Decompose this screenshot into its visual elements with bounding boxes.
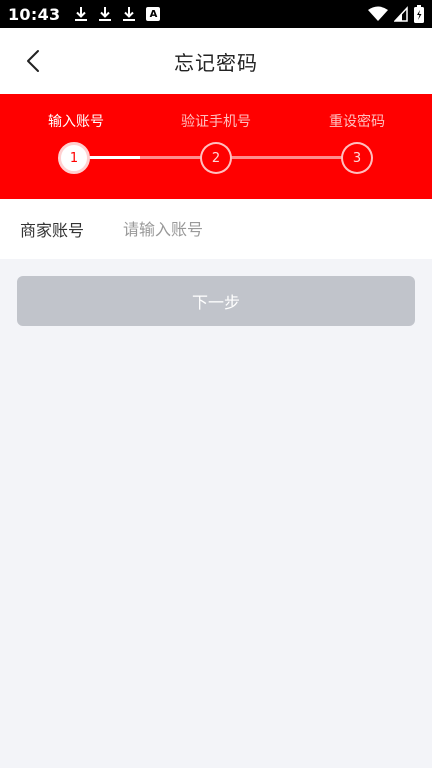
a-icon: A [146, 7, 161, 21]
account-input[interactable] [123, 219, 403, 239]
back-button[interactable] [18, 46, 48, 76]
battery-icon [414, 5, 424, 23]
download-icon [75, 7, 88, 21]
step-number-1: 1 [69, 150, 79, 166]
back-arrow-icon [27, 50, 39, 72]
status-time: 10:43 [8, 4, 61, 24]
download-icon [123, 7, 136, 21]
step-circle-1: 1 [58, 142, 90, 174]
account-label: 商家账号 [20, 221, 85, 240]
signal-icon [394, 6, 408, 22]
step-circle-2: 2 [200, 142, 232, 174]
step-circle-3: 3 [341, 142, 373, 174]
step-number-2: 2 [211, 150, 221, 166]
next-step-button[interactable]: 下一步 [17, 276, 415, 326]
system-icons [368, 5, 424, 23]
app-header: 忘记密码 [0, 28, 432, 94]
status-bar: 10:43 A [0, 0, 432, 28]
wifi-icon [368, 6, 388, 21]
account-row: 商家账号 [0, 199, 432, 259]
step-number-3: 3 [352, 150, 362, 166]
download-icon [99, 7, 112, 21]
step-label-3: 重设密码 [329, 114, 385, 130]
progress-stepper: 输入账号 验证手机号 重设密码 1 2 3 [0, 94, 432, 199]
step-label-1: 输入账号 [48, 114, 104, 130]
page-title: 忘记密码 [174, 50, 258, 75]
notification-icons: A [74, 6, 161, 22]
step-label-2: 验证手机号 [181, 114, 251, 130]
